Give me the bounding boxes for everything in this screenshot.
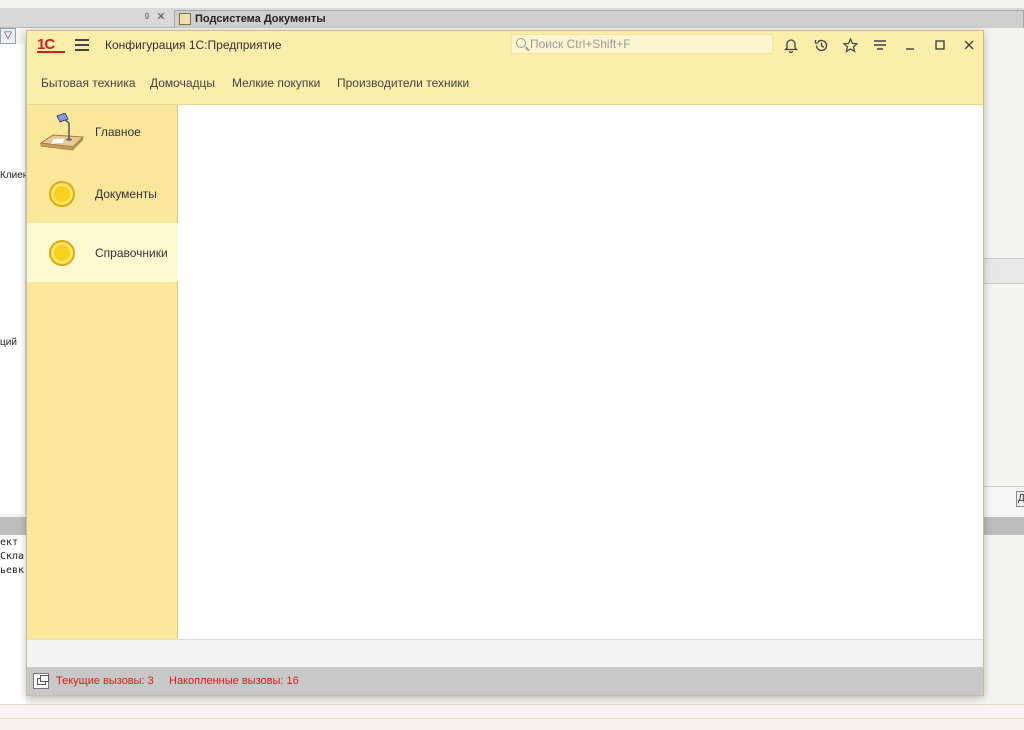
subsystem-icon: [179, 13, 191, 25]
title-bar: 1С Конфигурация 1С:Предприятие: [27, 31, 983, 59]
logo-underline: [37, 51, 65, 53]
background-bottom-area: [0, 704, 1024, 730]
search-input[interactable]: [530, 36, 770, 52]
close-icon[interactable]: [960, 36, 978, 54]
background-tab[interactable]: Подсистема Документы: [174, 10, 1024, 28]
background-text-line: ьевк: [0, 565, 25, 576]
bell-icon[interactable]: [782, 36, 800, 54]
section-main[interactable]: Главное: [27, 105, 178, 164]
open-windows-panel: [27, 639, 983, 667]
background-tab-controls: ᵍ ✕: [140, 10, 172, 26]
background-left-panel: [0, 44, 26, 514]
nav-link-manufacturers[interactable]: Производители техники: [337, 76, 469, 90]
menu-more-icon[interactable]: [871, 36, 889, 54]
coin-icon: [49, 240, 75, 266]
star-icon[interactable]: [841, 36, 859, 54]
windows-icon[interactable]: [33, 673, 49, 689]
search-box[interactable]: [511, 34, 773, 54]
main-menu-icon[interactable]: [75, 39, 89, 51]
nav-link-household[interactable]: Домочадцы: [150, 76, 215, 90]
background-right-strip: [984, 258, 1024, 284]
function-panel: Бытовая техника Домочадцы Мелкие покупки…: [27, 59, 983, 105]
desk-lamp-icon: [39, 113, 85, 151]
section-documents[interactable]: Документы: [27, 164, 178, 223]
search-icon: [516, 38, 526, 48]
current-calls: Текущие вызовы: 3: [56, 675, 154, 687]
nav-link-appliances[interactable]: Бытовая техника: [41, 76, 136, 90]
nav-link-small-purchases[interactable]: Мелкие покупки: [232, 76, 320, 90]
work-area: [179, 105, 983, 639]
status-bar: Текущие вызовы: 3 Накопленные вызовы: 16: [27, 667, 983, 695]
section-label: Справочники: [95, 246, 168, 260]
section-label: Главное: [95, 125, 141, 139]
sections-panel: Главное Документы Справочники: [27, 105, 178, 639]
background-left-label: Клиен: [0, 170, 29, 181]
background-text-line: ект: [0, 537, 19, 548]
background-right-button[interactable]: Д: [1016, 491, 1024, 507]
background-text-line: Скла: [0, 551, 25, 562]
maximize-icon[interactable]: [931, 36, 949, 54]
minimize-icon[interactable]: [901, 36, 919, 54]
section-catalogs[interactable]: Справочники: [27, 223, 178, 282]
app-title: Конфигурация 1С:Предприятие: [105, 38, 282, 52]
filter-icon[interactable]: ▽: [0, 28, 16, 44]
background-tab-title: Подсистема Документы: [195, 13, 326, 25]
client-window: 1С Конфигурация 1С:Предприятие Б: [26, 30, 984, 696]
close-icon[interactable]: ✕: [154, 10, 168, 23]
coin-icon: [49, 181, 75, 207]
background-left-label: ций: [0, 337, 17, 348]
history-icon[interactable]: [812, 36, 830, 54]
pin-icon[interactable]: ᵍ: [140, 11, 154, 23]
background-bottom-line: [0, 718, 1024, 719]
accumulated-calls: Накопленные вызовы: 16: [169, 675, 299, 687]
section-label: Документы: [95, 187, 157, 201]
